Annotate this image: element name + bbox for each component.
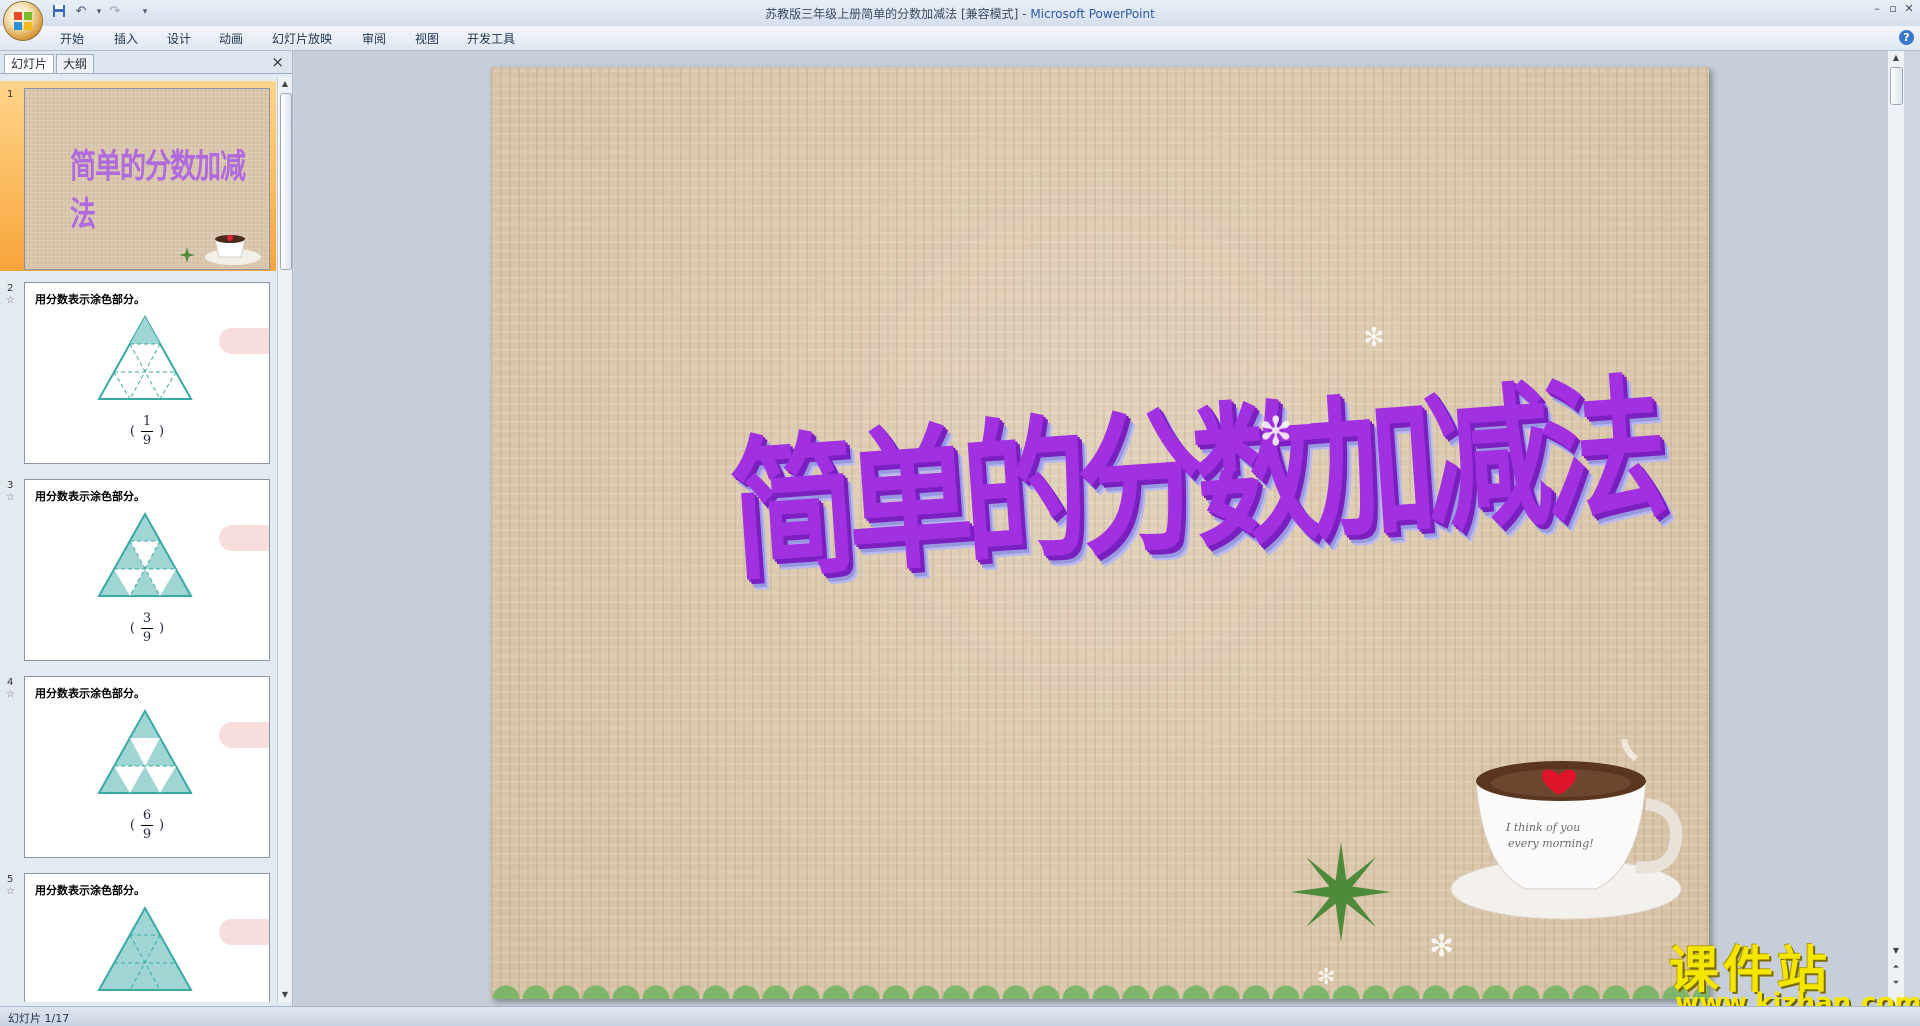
thumbnail-preview: 用分数表示涂色部分。 (3 9) <box>24 479 270 661</box>
triangle-figure <box>97 511 193 597</box>
slide-editor: 简单的分数加减法 ✻ ✻ ✻ ✻ I think of you every mo… <box>294 51 1904 1006</box>
decorative-blot <box>219 919 269 945</box>
title-bar: ↶ ▾ ↷ ▾ 苏教版三年级上册简单的分数加减法 [兼容模式] - Micros… <box>0 0 1920 27</box>
thumbnail-item[interactable]: 1 简单的分数加减法 <box>0 81 276 271</box>
thumbnail-caption: 用分数表示涂色部分。 <box>35 687 145 700</box>
snowflake-icon: ✻ <box>1259 409 1293 455</box>
tab-slideshow[interactable]: 幻灯片放映 <box>272 30 332 47</box>
snowflake-icon: ✻ <box>1363 323 1385 353</box>
tab-animation[interactable]: 动画 <box>219 30 243 47</box>
snowflake-icon: ✻ <box>1429 929 1455 964</box>
thumbnail-list: 1 简单的分数加减法 2 ☆ 用分数表示涂色部分。 (1 9) 3 ☆ 用分数表… <box>0 77 276 1002</box>
triangle-figure <box>97 314 193 400</box>
thumbnail-item[interactable]: 2 ☆ 用分数表示涂色部分。 (1 9) <box>0 275 276 465</box>
scroll-thumb[interactable] <box>280 93 292 270</box>
slide-counter: 幻灯片 1/17 <box>8 1012 70 1025</box>
thumbnail-preview: 用分数表示涂色部分。 9 <box>24 873 270 1002</box>
slides-pane: 幻灯片 大纲 × 1 简单的分数加减法 2 ☆ 用分数表示涂色部分。 (1 9)… <box>0 51 293 1006</box>
thumbnail-caption: 用分数表示涂色部分。 <box>35 490 145 503</box>
office-logo-icon <box>14 12 32 30</box>
previous-slide-icon[interactable]: ⏶ <box>1888 960 1904 974</box>
scalloped-border <box>491 981 1709 999</box>
thumbnail-caption: 用分数表示涂色部分。 <box>35 884 145 897</box>
tab-slides[interactable]: 幻灯片 <box>4 54 55 73</box>
decorative-blot <box>219 525 269 551</box>
tab-design[interactable]: 设计 <box>167 30 191 47</box>
thumbnail-item[interactable]: 5 ☆ 用分数表示涂色部分。 9 <box>0 866 276 1002</box>
tab-view[interactable]: 视图 <box>415 30 439 47</box>
ribbon-tabs: 开始 插入 设计 动画 幻灯片放映 审阅 视图 开发工具 ? <box>0 26 1920 51</box>
animation-star-icon: ☆ <box>6 295 15 306</box>
fraction-answer: (6 9) <box>129 808 165 842</box>
tab-review[interactable]: 审阅 <box>362 30 386 47</box>
scroll-up-icon[interactable]: ▲ <box>278 77 292 91</box>
fraction-answer: (1 9) <box>129 414 165 448</box>
scroll-thumb[interactable] <box>1890 67 1903 105</box>
thumbnail-preview: 用分数表示涂色部分。 (1 9) <box>24 282 270 464</box>
office-button[interactable] <box>4 2 42 40</box>
fraction-answer: (3 9) <box>129 611 165 645</box>
slide-title[interactable]: 简单的分数加减法 <box>722 325 1663 611</box>
tab-insert[interactable]: 插入 <box>114 30 138 47</box>
decorative-blot <box>219 722 269 748</box>
tab-home[interactable]: 开始 <box>60 30 84 47</box>
help-icon[interactable]: ? <box>1899 30 1914 45</box>
triangle-figure <box>97 905 193 991</box>
thumbnail-item[interactable]: 3 ☆ 用分数表示涂色部分。 (3 9) <box>0 472 276 662</box>
cup-text: I think of you <box>1505 821 1580 834</box>
pane-tabs: 幻灯片 大纲 × <box>0 51 292 74</box>
slide-scrollbar[interactable]: ▲ ▼ ⏶ ⏷ <box>1887 51 1904 1006</box>
status-bar: 幻灯片 1/17 <box>0 1006 1920 1026</box>
current-slide[interactable]: 简单的分数加减法 ✻ ✻ ✻ ✻ I think of you every mo… <box>491 67 1709 999</box>
thumbnail-scrollbar[interactable]: ▲ ▼ <box>277 77 292 1002</box>
animation-star-icon: ☆ <box>6 689 15 700</box>
green-flower-icon <box>1291 842 1391 942</box>
thumbnail-number: 2 <box>7 283 14 294</box>
scroll-down-icon[interactable]: ▼ <box>278 988 292 1002</box>
coffee-cup-icon: I think of you every morning! <box>1450 739 1683 920</box>
triangle-figure <box>97 708 193 794</box>
close-icon[interactable]: ✕ <box>1900 2 1918 16</box>
coffee-cup-icon <box>179 235 261 265</box>
scroll-up-icon[interactable]: ▲ <box>1888 51 1904 65</box>
decorative-blot <box>219 328 269 354</box>
animation-star-icon: ☆ <box>6 492 15 503</box>
window-title: 苏教版三年级上册简单的分数加减法 [兼容模式] - Microsoft Powe… <box>765 7 1155 21</box>
tab-developer[interactable]: 开发工具 <box>467 30 515 47</box>
thumbnail-preview: 用分数表示涂色部分。 (6 9) <box>24 676 270 858</box>
scroll-down-icon[interactable]: ▼ <box>1888 944 1904 958</box>
pane-close-icon[interactable]: × <box>271 53 284 71</box>
tab-outline[interactable]: 大纲 <box>56 54 95 73</box>
cup-text: every morning! <box>1508 837 1594 850</box>
thumbnail-number: 4 <box>7 677 14 688</box>
thumbnail-number: 3 <box>7 480 14 491</box>
thumbnail-number: 5 <box>7 874 14 885</box>
thumbnail-number: 1 <box>7 89 14 100</box>
thumbnail-item[interactable]: 4 ☆ 用分数表示涂色部分。 (6 9) <box>0 669 276 859</box>
thumbnail-caption: 用分数表示涂色部分。 <box>35 293 145 306</box>
thumbnail-preview: 简单的分数加减法 <box>24 88 270 270</box>
animation-star-icon: ☆ <box>6 886 15 897</box>
